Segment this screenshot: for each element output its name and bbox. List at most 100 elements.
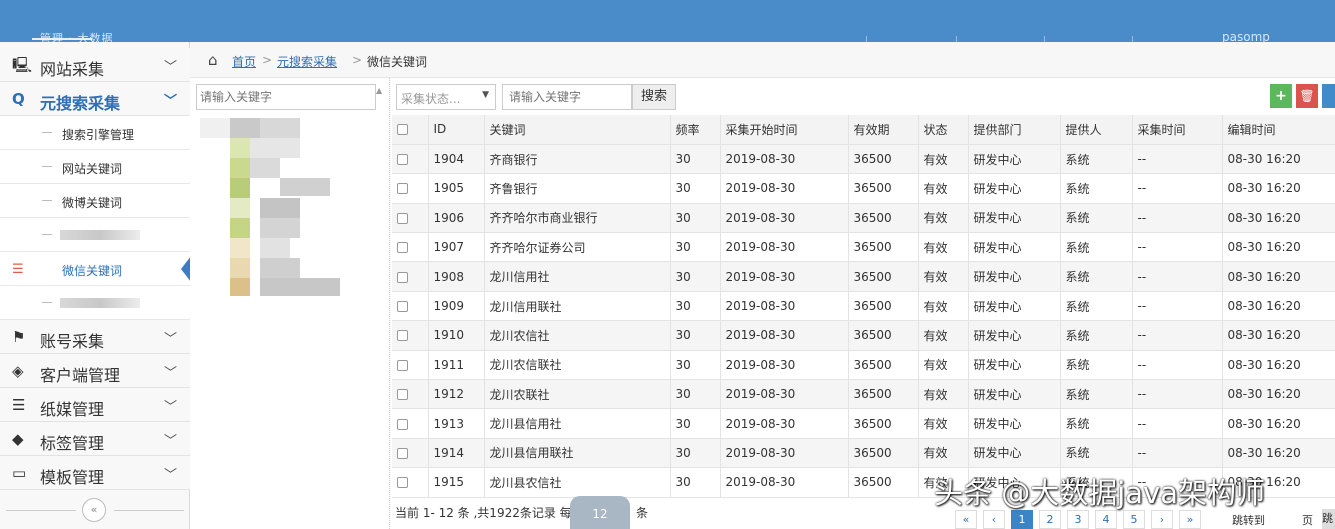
table-row[interactable]: 1911 龙川农信联社 30 2019-08-30 36500 有效 研发中心 系统 -- 08-… <box>392 350 1335 381</box>
column-header[interactable]: 提供部门 <box>968 115 1061 145</box>
chevron-down-icon: ﹀ <box>164 366 178 381</box>
sidebar-subitem-website-keyword[interactable]: 网站关键词 <box>0 150 190 184</box>
chevron-down-icon: ﹀ <box>164 332 178 347</box>
page-button[interactable]: » <box>1179 510 1201 529</box>
sidebar-item-tag-manage[interactable]: ◆ 标签管理 ﹀ <box>0 422 190 456</box>
sidebar-item-website-collect[interactable]: 🖳 网站采集 ﹀ <box>0 48 190 82</box>
page-button[interactable]: « <box>955 510 977 529</box>
table-cell: 系统 <box>1060 203 1133 234</box>
table-cell: 系统 <box>1060 291 1133 322</box>
column-header[interactable]: 关键词 <box>484 115 671 145</box>
table-cell: 36500 <box>848 291 919 322</box>
search-button[interactable]: 搜索 <box>632 84 676 110</box>
row-checkbox[interactable] <box>392 144 429 175</box>
jump-button[interactable]: 跳 <box>1322 509 1335 529</box>
sidebar-item-paper-manage[interactable]: ☰ 纸媒管理 ﹀ <box>0 388 190 422</box>
page-button[interactable]: 3 <box>1067 510 1089 529</box>
table-cell: 研发中心 <box>968 379 1061 410</box>
pagination-unit: 条 <box>636 506 649 520</box>
table-row[interactable]: 1910 龙川农信社 30 2019-08-30 36500 有效 研发中心 系统 -- 08-3… <box>392 320 1335 351</box>
table-row[interactable]: 1914 龙川县信用联社 30 2019-08-30 36500 有效 研发中心 系统 -- 08… <box>392 438 1335 469</box>
sidebar-item-meta-search[interactable]: Q 元搜索采集 ﹀ <box>0 82 190 116</box>
table-cell: -- <box>1132 203 1223 234</box>
tree-search-input[interactable] <box>196 84 376 110</box>
sidebar-subitem-blurred[interactable] <box>0 218 190 252</box>
row-checkbox[interactable] <box>392 379 429 410</box>
collapse-icon[interactable]: « <box>82 498 106 522</box>
table-row[interactable]: 1912 龙川农联社 30 2019-08-30 36500 有效 研发中心 系统 -- 08-3… <box>392 379 1335 410</box>
table-cell: 研发中心 <box>968 438 1061 469</box>
table-row[interactable]: 1905 齐鲁银行 30 2019-08-30 36500 有效 研发中心 系统 -- 08-30… <box>392 173 1335 204</box>
table-cell: 2019-08-30 <box>720 144 849 175</box>
keyword-table: ID 关键词 频率 采集开始时间 有效期 状态 提供部门 提供人 采集时间 编辑… <box>392 115 1335 498</box>
table-cell: 2019-08-30 <box>720 173 849 204</box>
blurred-tree <box>200 118 340 298</box>
table-row[interactable]: 1907 齐齐哈尔证券公司 30 2019-08-30 36500 有效 研发中心 系统 -- 0… <box>392 232 1335 263</box>
table-cell: 30 <box>670 438 721 469</box>
sidebar-subitem-label: 网站关键词 <box>62 162 123 176</box>
row-checkbox[interactable] <box>392 350 429 381</box>
eye-slash-icon: ◈ <box>12 362 24 380</box>
row-checkbox[interactable] <box>392 438 429 469</box>
sidebar-item-template-manage[interactable]: ▭ 模板管理 ﹀ <box>0 456 190 490</box>
delete-button[interactable]: 🗑 <box>1296 84 1318 108</box>
scroll-up-icon[interactable]: ▲ <box>376 86 382 95</box>
table-cell: 30 <box>670 291 721 322</box>
table-cell: 龙川信用社 <box>484 261 671 292</box>
row-checkbox[interactable] <box>392 173 429 204</box>
select-all-checkbox[interactable] <box>392 115 429 145</box>
page-button[interactable]: 2 <box>1039 510 1061 529</box>
column-header[interactable]: 提供人 <box>1060 115 1133 145</box>
flag-icon: ⚑ <box>12 328 26 346</box>
row-checkbox[interactable] <box>392 320 429 351</box>
table-row[interactable]: 1906 齐齐哈尔市商业银行 30 2019-08-30 36500 有效 研发中心 系统 --… <box>392 203 1335 234</box>
more-button[interactable] <box>1322 84 1335 108</box>
column-header[interactable]: ID <box>428 115 485 145</box>
keyword-search-input[interactable] <box>502 84 632 110</box>
column-header[interactable]: 编辑时间 <box>1222 115 1335 145</box>
breadcrumb-parent-link[interactable]: 元搜索采集 <box>277 53 337 70</box>
table-cell: 08-30 16:20 <box>1222 438 1335 469</box>
sidebar-item-client-manage[interactable]: ◈ 客户端管理 ﹀ <box>0 354 190 388</box>
page-button[interactable]: 1 <box>1011 510 1033 529</box>
page-button[interactable]: ‹ <box>983 510 1005 529</box>
table-row[interactable]: 1908 龙川信用社 30 2019-08-30 36500 有效 研发中心 系统 -- 08-3… <box>392 261 1335 292</box>
status-select[interactable]: 采集状态... ▼ <box>396 84 496 110</box>
row-checkbox[interactable] <box>392 232 429 263</box>
table-cell: 08-30 16:20 <box>1222 203 1335 234</box>
add-button[interactable]: + <box>1270 84 1292 108</box>
table-cell: 有效 <box>918 350 969 381</box>
column-header[interactable]: 频率 <box>670 115 721 145</box>
table-cell: 1908 <box>428 261 485 292</box>
row-checkbox[interactable] <box>392 408 429 439</box>
page-button[interactable]: › <box>1151 510 1173 529</box>
column-header[interactable]: 采集开始时间 <box>720 115 849 145</box>
sidebar-subitem-search-engine[interactable]: 搜索引擎管理 <box>0 116 190 150</box>
table-row[interactable]: 1913 龙川县信用社 30 2019-08-30 36500 有效 研发中心 系统 -- 08-… <box>392 408 1335 439</box>
row-checkbox[interactable] <box>392 261 429 292</box>
page-size-select[interactable]: 12 <box>570 496 630 529</box>
table-row[interactable]: 1904 齐商银行 30 2019-08-30 36500 有效 研发中心 系统 -- 08-30… <box>392 144 1335 175</box>
row-checkbox[interactable] <box>392 203 429 234</box>
page-button[interactable]: 4 <box>1095 510 1117 529</box>
table-header-row: ID 关键词 频率 采集开始时间 有效期 状态 提供部门 提供人 采集时间 编辑… <box>392 115 1335 145</box>
tag-icon: ◆ <box>12 430 24 448</box>
row-checkbox[interactable] <box>392 291 429 322</box>
table-cell: 08-30 16:20 <box>1222 261 1335 292</box>
column-header[interactable]: 有效期 <box>848 115 919 145</box>
table-cell: 2019-08-30 <box>720 379 849 410</box>
chevron-down-icon: ﹀ <box>164 468 178 483</box>
column-header[interactable]: 采集时间 <box>1132 115 1223 145</box>
sidebar-item-label: 纸媒管理 <box>40 400 105 419</box>
sidebar-item-account-collect[interactable]: ⚑ 账号采集 ﹀ <box>0 320 190 354</box>
sidebar-subitem-blurred[interactable] <box>0 286 190 320</box>
table-row[interactable]: 1909 龙川信用联社 30 2019-08-30 36500 有效 研发中心 系统 -- 08-… <box>392 291 1335 322</box>
column-header[interactable]: 状态 <box>918 115 969 145</box>
home-icon[interactable]: ⌂ <box>208 51 218 69</box>
sidebar-subitem-weibo-keyword[interactable]: 微博关键词 <box>0 184 190 218</box>
caret-down-icon: ▼ <box>482 90 489 100</box>
sidebar-subitem-wechat-keyword[interactable]: ☰ 微信关键词 <box>0 252 191 286</box>
row-checkbox[interactable] <box>392 467 429 498</box>
breadcrumb-home-link[interactable]: 首页 <box>232 53 256 70</box>
page-button[interactable]: 5 <box>1123 510 1145 529</box>
